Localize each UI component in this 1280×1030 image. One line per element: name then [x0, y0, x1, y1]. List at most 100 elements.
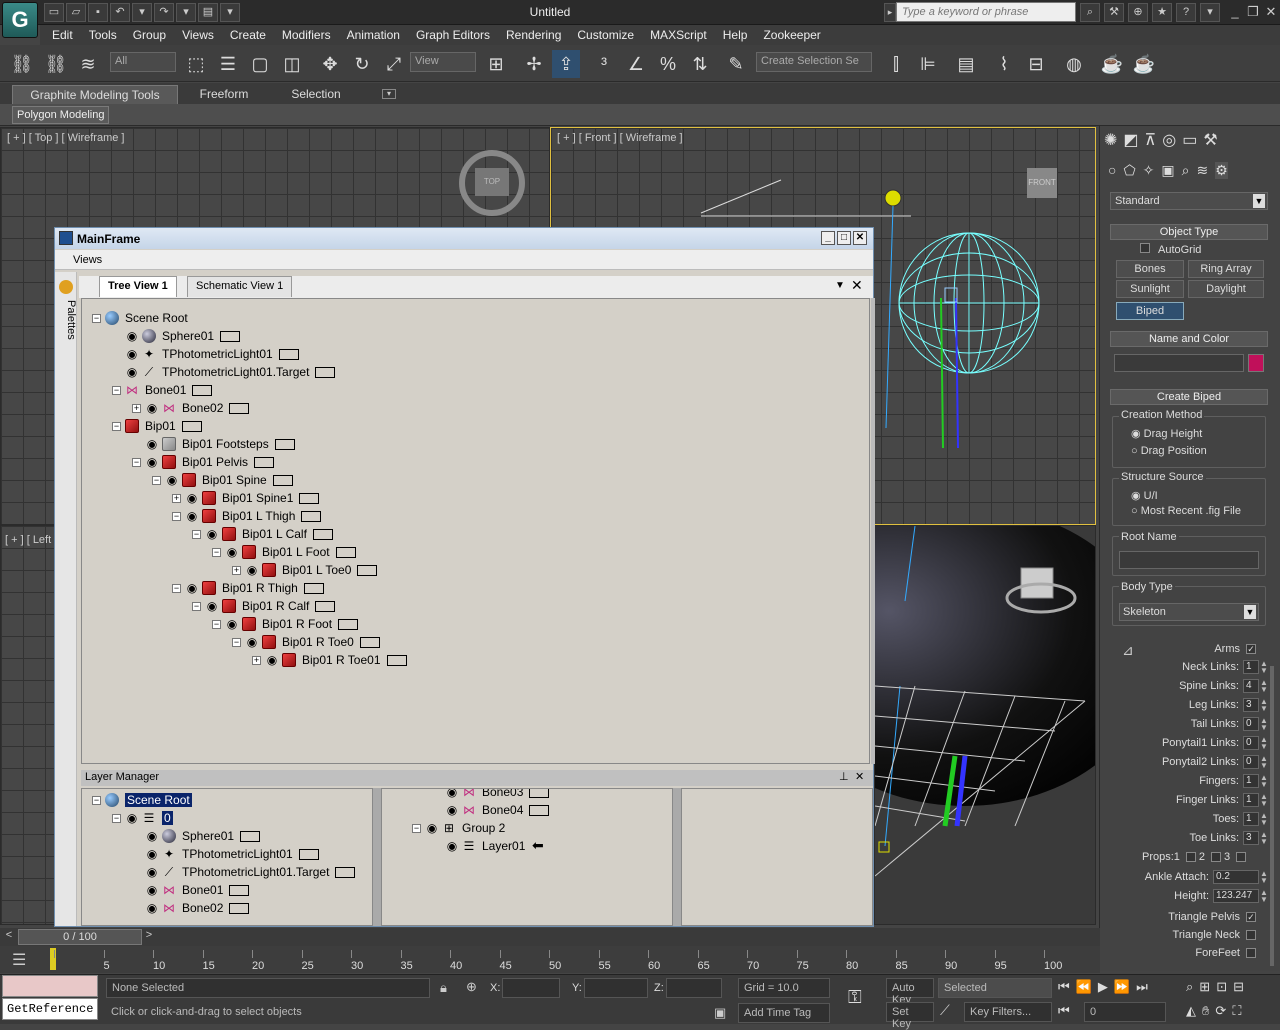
tab-freeform[interactable]: Freeform: [186, 85, 262, 104]
expand-icon[interactable]: +: [232, 565, 241, 575]
viewport-left[interactable]: [ + ] [ Left: [0, 525, 55, 925]
tree-node[interactable]: − ◉ Bip01 R Toe0: [232, 633, 380, 651]
collapse-icon[interactable]: −: [152, 475, 161, 485]
add-time-tag-button[interactable]: Add Time Tag: [738, 1003, 830, 1023]
percent-snap-icon[interactable]: %: [654, 50, 682, 78]
visibility-eye-icon[interactable]: ◉: [145, 902, 159, 914]
create-tab-icon[interactable]: ✺: [1104, 130, 1117, 150]
height-input[interactable]: 123.247: [1213, 889, 1259, 903]
maximize-viewport-icon[interactable]: ⛶: [1232, 1003, 1241, 1019]
key-mode-icon[interactable]: ⏮: [1058, 1003, 1070, 1019]
color-swatch[interactable]: [359, 636, 380, 648]
color-swatch[interactable]: [229, 402, 250, 414]
color-swatch[interactable]: [315, 366, 336, 378]
maxscript-mini-listener-input[interactable]: GetReference: [2, 998, 98, 1020]
layer-tree-left[interactable]: − Scene Root − ◉ ☰ 0 ◉ Sphere01 ◉ ✦ TPhotometricLi…: [81, 788, 373, 926]
help-dropdown-icon[interactable]: ▾: [1200, 3, 1220, 22]
time-tag-icon[interactable]: ▣: [714, 1005, 726, 1021]
maxscript-listener-mini[interactable]: [2, 975, 98, 997]
zoom-extents-icon[interactable]: ⊡: [1216, 979, 1227, 995]
collapse-icon[interactable]: −: [112, 385, 121, 395]
y-coordinate-input[interactable]: [584, 978, 648, 998]
bind-space-warp-icon[interactable]: ≋: [74, 50, 102, 78]
align-icon[interactable]: ⊫: [914, 50, 942, 78]
color-swatch[interactable]: [229, 884, 250, 896]
tree-node[interactable]: ◉ ⋈ Bone03: [432, 789, 550, 801]
spinner-arrows-icon[interactable]: ▲ ▼: [1260, 755, 1268, 770]
object-color-swatch[interactable]: [1248, 354, 1264, 372]
collapse-icon[interactable]: −: [112, 813, 121, 823]
tree-node[interactable]: ◉ ⋈ Bone02: [132, 899, 250, 917]
color-swatch[interactable]: [272, 474, 293, 486]
zoom-all-icon[interactable]: ⊞: [1199, 979, 1210, 995]
color-swatch[interactable]: [274, 438, 295, 450]
minimize-icon[interactable]: _: [1226, 3, 1244, 21]
close-tab-icon[interactable]: ✕: [851, 277, 863, 294]
tree-node[interactable]: + ◉ Bip01 R Toe01: [252, 651, 407, 669]
visibility-eye-icon[interactable]: ◉: [205, 528, 219, 540]
tab-selection[interactable]: Selection: [278, 85, 354, 104]
visibility-eye-icon[interactable]: ◉: [125, 366, 139, 378]
mainframe-menu-views[interactable]: Views: [55, 250, 873, 270]
visibility-eye-icon[interactable]: ◉: [165, 474, 179, 486]
layer-splitter-2[interactable]: [673, 788, 681, 926]
redo-dropdown-icon[interactable]: ▾: [176, 3, 196, 22]
collapse-icon[interactable]: −: [172, 583, 181, 593]
spinner-input[interactable]: 1: [1243, 660, 1259, 674]
collapse-icon[interactable]: −: [172, 511, 181, 521]
tree-node[interactable]: ◉ Sphere01: [132, 827, 261, 845]
spinner-input[interactable]: 1: [1243, 812, 1259, 826]
visibility-eye-icon[interactable]: ◉: [145, 884, 159, 896]
select-by-name-icon[interactable]: ☰: [214, 50, 242, 78]
geometry-icon[interactable]: ○: [1108, 162, 1116, 179]
set-key-button[interactable]: Set Key: [886, 1002, 934, 1030]
undo-dropdown-icon[interactable]: ▾: [132, 3, 152, 22]
spinner-snap-icon[interactable]: ⇅: [686, 50, 714, 78]
visibility-eye-icon[interactable]: ◉: [185, 582, 199, 594]
lights-icon[interactable]: ✧: [1143, 162, 1155, 179]
select-manipulate-icon[interactable]: ✢: [520, 50, 548, 78]
menu-zookeeper[interactable]: Zookeeper: [755, 28, 828, 42]
current-frame-input[interactable]: 0: [1084, 1002, 1166, 1022]
orbit-icon[interactable]: ⟳: [1215, 1003, 1226, 1019]
display-tab-icon[interactable]: ▭: [1182, 130, 1197, 150]
time-slider-track[interactable]: < 0 / 100 >: [0, 928, 1100, 946]
color-swatch[interactable]: [229, 902, 250, 914]
tree-node[interactable]: − ◉ Bip01 R Foot: [212, 615, 359, 633]
pan-hand-icon[interactable]: ✋︎: [1202, 1003, 1209, 1019]
viewport-left-label[interactable]: [ + ] [ Left: [5, 534, 51, 546]
collapse-icon[interactable]: −: [92, 795, 101, 805]
tree-node[interactable]: ◉ ✦ TPhotometricLight01: [112, 345, 299, 363]
spinner-arrows-icon[interactable]: ▲ ▼: [1260, 831, 1268, 846]
menu-animation[interactable]: Animation: [339, 28, 408, 42]
visibility-eye-icon[interactable]: ◉: [145, 866, 159, 878]
menu-rendering[interactable]: Rendering: [498, 28, 569, 42]
tree-node[interactable]: − ◉ Bip01 L Foot: [212, 543, 356, 561]
viewcube-top[interactable]: TOP: [475, 168, 509, 196]
tree-node[interactable]: − ◉ Bip01 Pelvis: [132, 453, 275, 471]
visibility-eye-icon[interactable]: ◉: [265, 654, 279, 666]
named-selection-dropdown[interactable]: Create Selection Se: [756, 52, 872, 72]
previous-frame-icon[interactable]: ⏪: [1076, 979, 1092, 995]
visibility-eye-icon[interactable]: ◉: [185, 510, 199, 522]
z-coordinate-input[interactable]: [666, 978, 722, 998]
time-next-icon[interactable]: >: [142, 929, 156, 945]
selection-filter-dropdown[interactable]: All: [110, 52, 176, 72]
open-file-icon[interactable]: ▱: [66, 3, 86, 22]
polygon-modeling-button[interactable]: Polygon Modeling: [12, 106, 110, 124]
color-swatch[interactable]: [192, 384, 213, 396]
menu-graph-editors[interactable]: Graph Editors: [408, 28, 498, 42]
tree-node[interactable]: − ◉ Bip01 Spine: [152, 471, 293, 489]
spinner-arrows-icon[interactable]: ▲ ▼: [1260, 774, 1268, 789]
spinner-input[interactable]: 0: [1243, 736, 1259, 750]
props-extra-checkbox[interactable]: [1236, 852, 1247, 862]
collapse-icon[interactable]: −: [212, 619, 221, 629]
visibility-eye-icon[interactable]: ◉: [245, 636, 259, 648]
collapse-icon[interactable]: −: [212, 547, 221, 557]
command-panel-scrollbar[interactable]: [1270, 666, 1274, 966]
color-swatch[interactable]: [303, 582, 324, 594]
helpers-icon[interactable]: ⌕: [1182, 162, 1190, 179]
daylight-button[interactable]: Daylight: [1188, 280, 1264, 298]
spinner-input[interactable]: 3: [1243, 831, 1259, 845]
tree-node[interactable]: ◉ ⋈ Bone04: [432, 801, 550, 819]
